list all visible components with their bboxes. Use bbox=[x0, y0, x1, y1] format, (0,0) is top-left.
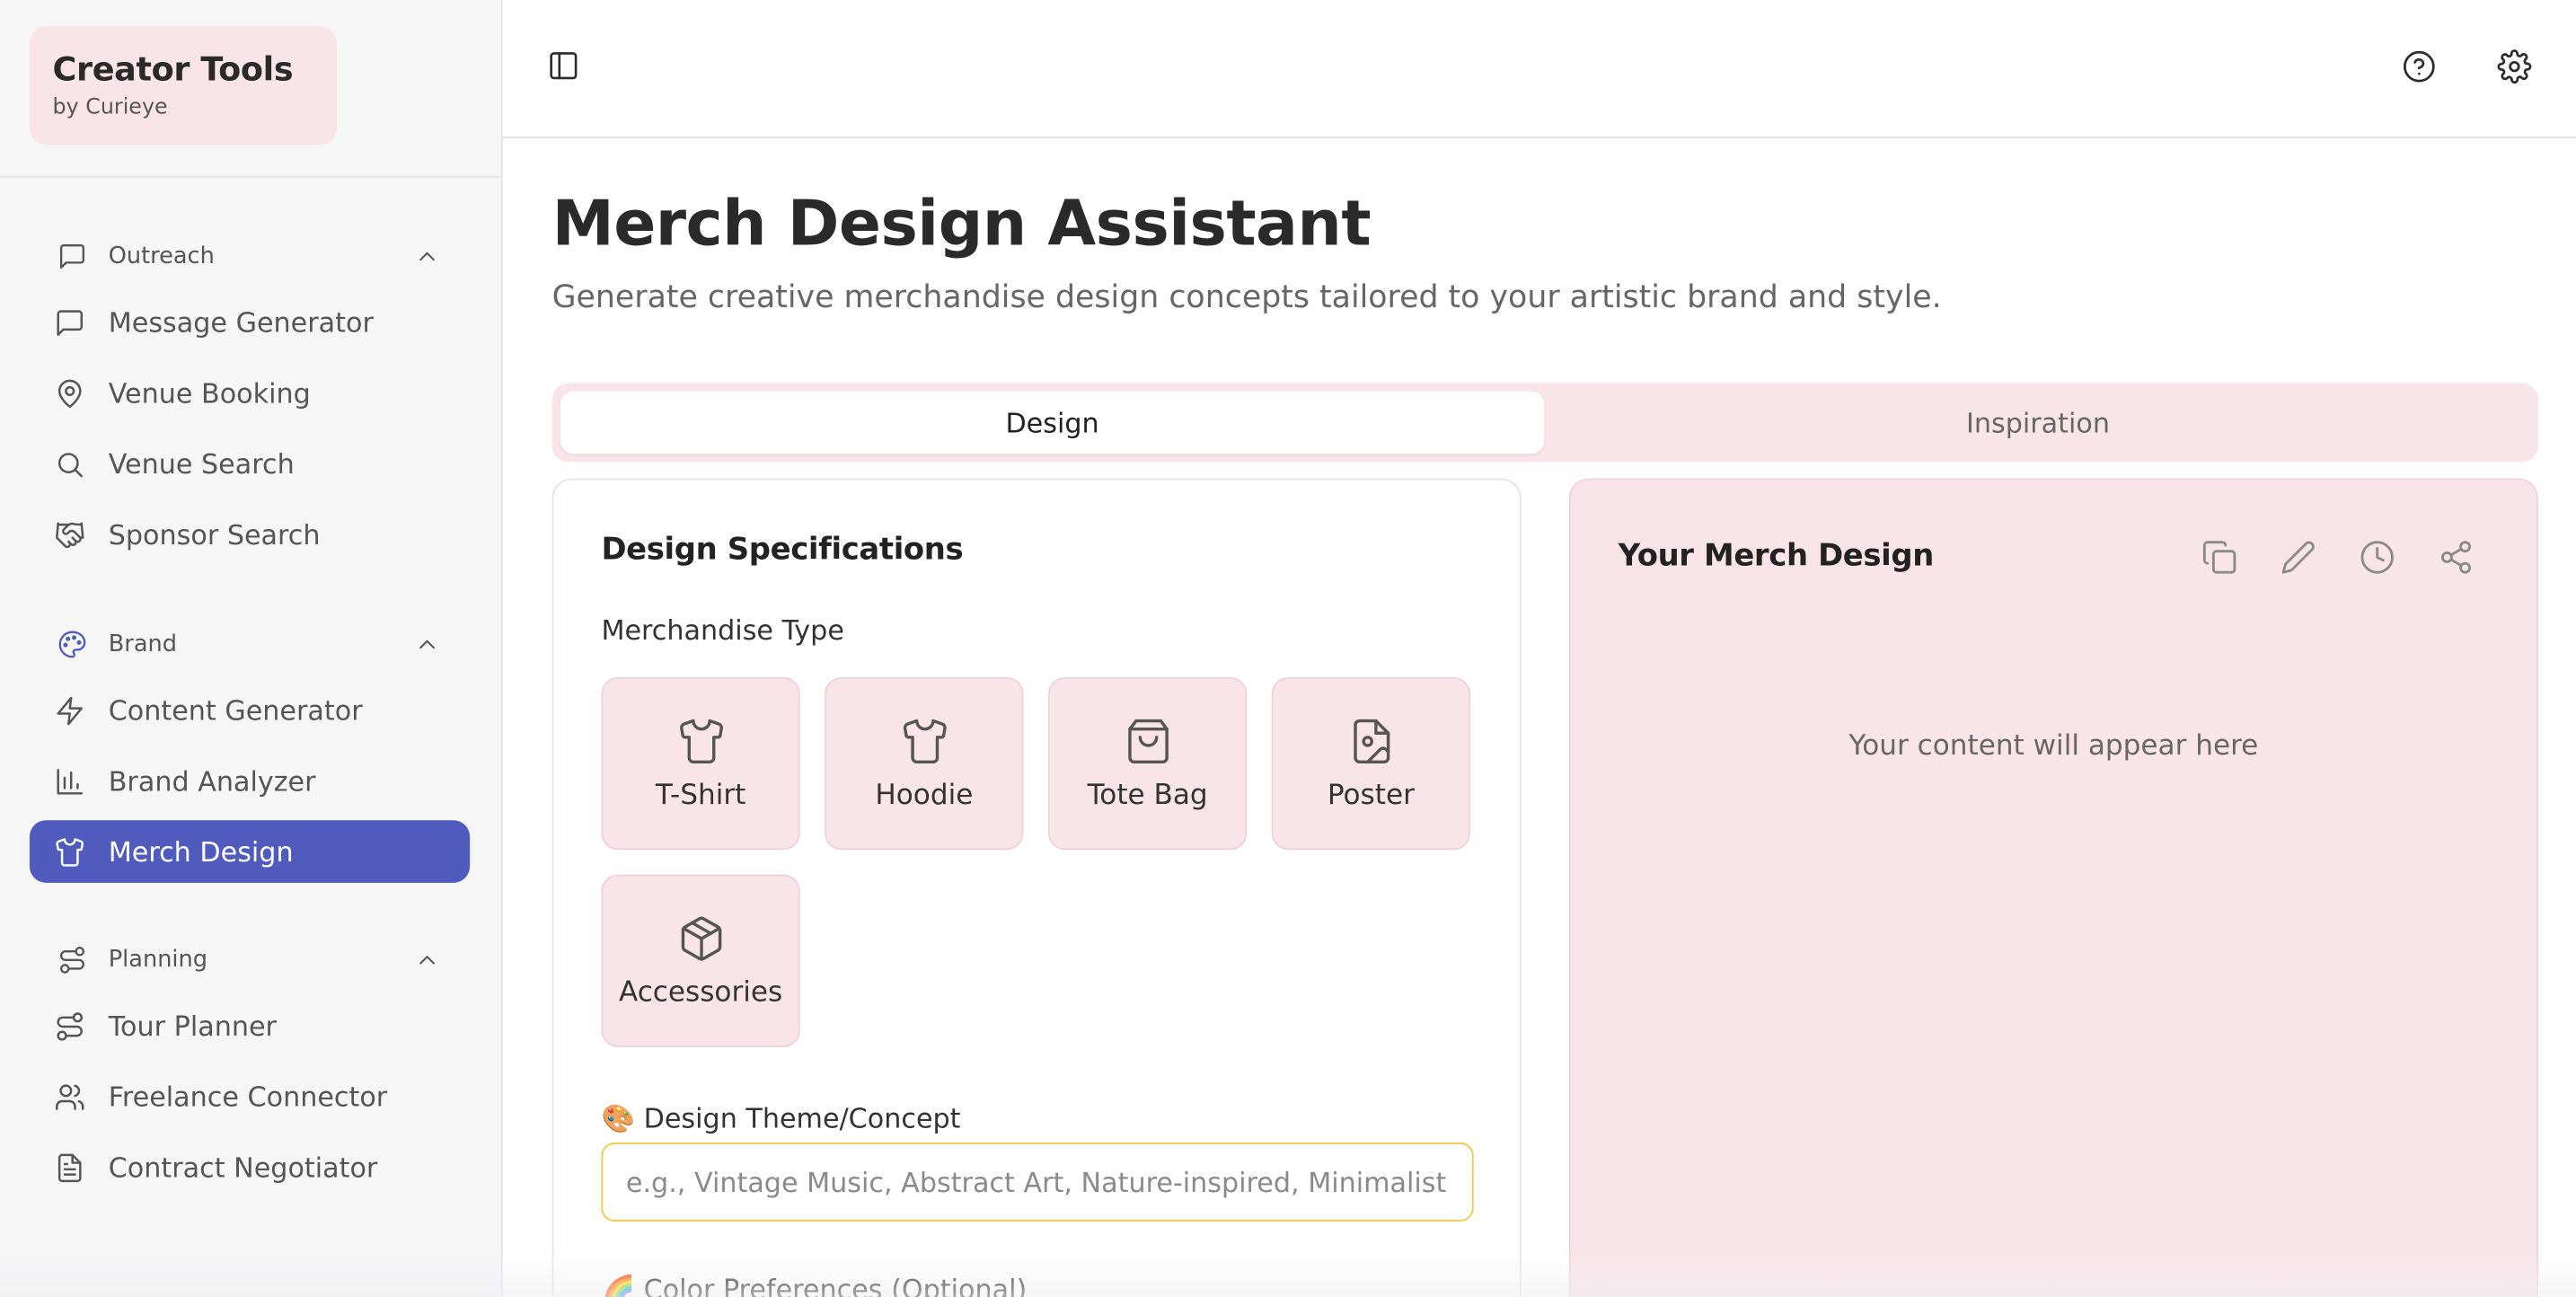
nav-section-outreach: Outreach Message Generator Venue Booking… bbox=[30, 230, 470, 565]
tab-design[interactable]: Design bbox=[560, 391, 1545, 454]
topbar bbox=[502, 0, 2576, 138]
brand-logo[interactable]: Creator Tools by Curieye bbox=[29, 26, 337, 146]
brand-subtitle: by Curieye bbox=[52, 95, 168, 120]
sidebar-item-message-generator[interactable]: Message Generator bbox=[30, 291, 470, 354]
section-header-planning[interactable]: Planning bbox=[30, 934, 470, 987]
merch-option-label: Hoodie bbox=[875, 778, 974, 812]
shirt-icon bbox=[53, 835, 86, 869]
sidebar-item-label: Freelance Connector bbox=[108, 1081, 388, 1113]
nav-section-brand: Brand Content Generator Brand Analyzer M… bbox=[29, 618, 471, 883]
merch-option-label: Accessories bbox=[618, 975, 783, 1009]
merch-option-accessories[interactable]: Accessories bbox=[601, 874, 800, 1047]
shirt-icon bbox=[676, 716, 726, 765]
shopping-bag-icon bbox=[1123, 716, 1172, 765]
bar-chart-icon bbox=[53, 764, 86, 798]
shirt-icon bbox=[899, 716, 948, 765]
merch-type-label: Merchandise Type bbox=[601, 614, 844, 647]
sidebar-item-brand-analyzer[interactable]: Brand Analyzer bbox=[30, 750, 470, 813]
copy-icon[interactable] bbox=[2201, 539, 2237, 575]
section-header-brand[interactable]: Brand bbox=[30, 618, 470, 671]
sidebar-item-label: Venue Search bbox=[108, 447, 295, 480]
output-actions bbox=[2201, 539, 2475, 575]
users-icon bbox=[53, 1080, 86, 1113]
sidebar-item-label: Contract Negotiator bbox=[108, 1151, 378, 1183]
design-specifications-card: Design Specifications Merchandise Type T… bbox=[551, 478, 1522, 1297]
sidebar-item-merch-design[interactable]: Merch Design bbox=[29, 820, 471, 883]
package-icon bbox=[676, 913, 726, 963]
sidebar-item-label: Brand Analyzer bbox=[108, 764, 316, 797]
card-title: Design Specifications bbox=[601, 532, 964, 568]
file-image-icon bbox=[1346, 716, 1396, 765]
merch-option-poster[interactable]: Poster bbox=[1271, 677, 1471, 851]
route-icon bbox=[56, 944, 89, 977]
chevron-up-icon[interactable] bbox=[414, 243, 440, 269]
sidebar-item-label: Message Generator bbox=[108, 306, 374, 339]
section-label-brand: Brand bbox=[108, 631, 177, 658]
map-pin-icon bbox=[53, 376, 86, 410]
zap-icon bbox=[53, 693, 86, 727]
gear-icon[interactable] bbox=[2494, 46, 2534, 85]
message-square-icon bbox=[53, 305, 86, 339]
tab-inspiration[interactable]: Inspiration bbox=[1546, 392, 2530, 454]
merch-option-hoodie[interactable]: Hoodie bbox=[825, 677, 1024, 851]
sidebar-toggle-icon[interactable] bbox=[543, 46, 583, 85]
color-preferences-label: 🌈 Color Preferences (Optional) bbox=[601, 1274, 1028, 1297]
sidebar-item-content-generator[interactable]: Content Generator bbox=[30, 679, 470, 742]
sidebar-item-label: Content Generator bbox=[108, 694, 363, 727]
sidebar-item-contract-negotiator[interactable]: Contract Negotiator bbox=[30, 1136, 470, 1199]
section-label-planning: Planning bbox=[108, 947, 208, 974]
chevron-up-icon[interactable] bbox=[414, 947, 440, 973]
sidebar-item-sponsor-search[interactable]: Sponsor Search bbox=[30, 503, 470, 566]
sidebar-divider bbox=[0, 175, 503, 178]
merch-option-label: Poster bbox=[1327, 778, 1415, 812]
theme-label: 🎨 Design Theme/Concept bbox=[601, 1103, 961, 1134]
merch-option-label: Tote Bag bbox=[1087, 778, 1208, 812]
route-icon bbox=[53, 1010, 86, 1043]
file-text-icon bbox=[53, 1151, 86, 1184]
merch-option-label: T-Shirt bbox=[655, 778, 746, 812]
help-icon[interactable] bbox=[2398, 46, 2438, 85]
output-placeholder: Your content will appear here bbox=[1848, 729, 2259, 763]
palette-icon bbox=[56, 628, 89, 661]
page-subtitle: Generate creative merchandise design con… bbox=[551, 279, 1942, 316]
sidebar-item-venue-booking[interactable]: Venue Booking bbox=[30, 362, 470, 425]
sidebar-item-label: Venue Booking bbox=[108, 377, 311, 409]
search-icon bbox=[53, 447, 86, 481]
sidebar: Creator Tools by Curieye Outreach Messag… bbox=[0, 0, 503, 1297]
sidebar-item-venue-search[interactable]: Venue Search bbox=[30, 432, 470, 495]
section-label-outreach: Outreach bbox=[108, 243, 215, 270]
brand-title: Creator Tools bbox=[52, 49, 294, 89]
tab-bar: Design Inspiration bbox=[551, 383, 2538, 463]
output-title: Your Merch Design bbox=[1618, 539, 1935, 574]
message-square-icon bbox=[56, 240, 89, 273]
sidebar-item-label: Merch Design bbox=[108, 835, 294, 868]
merch-option-tote-bag[interactable]: Tote Bag bbox=[1047, 677, 1248, 851]
history-icon[interactable] bbox=[2360, 539, 2395, 575]
chevron-up-icon[interactable] bbox=[414, 631, 440, 657]
share-icon[interactable] bbox=[2438, 539, 2474, 575]
section-header-outreach[interactable]: Outreach bbox=[30, 230, 470, 283]
merch-design-output-card: Your Merch Design Your content will appe… bbox=[1568, 478, 2538, 1297]
sidebar-item-tour-planner[interactable]: Tour Planner bbox=[30, 994, 470, 1057]
page-title: Merch Design Assistant bbox=[551, 187, 1372, 260]
nav-section-planning: Planning Tour Planner Freelance Connecto… bbox=[30, 934, 470, 1199]
edit-icon[interactable] bbox=[2280, 539, 2316, 575]
merch-option-t-shirt[interactable]: T-Shirt bbox=[601, 677, 800, 851]
handshake-icon bbox=[53, 518, 86, 551]
sidebar-item-label: Sponsor Search bbox=[108, 518, 321, 551]
theme-input[interactable] bbox=[601, 1142, 1474, 1222]
sidebar-item-freelance-connector[interactable]: Freelance Connector bbox=[30, 1065, 470, 1128]
sidebar-item-label: Tour Planner bbox=[108, 1010, 277, 1042]
